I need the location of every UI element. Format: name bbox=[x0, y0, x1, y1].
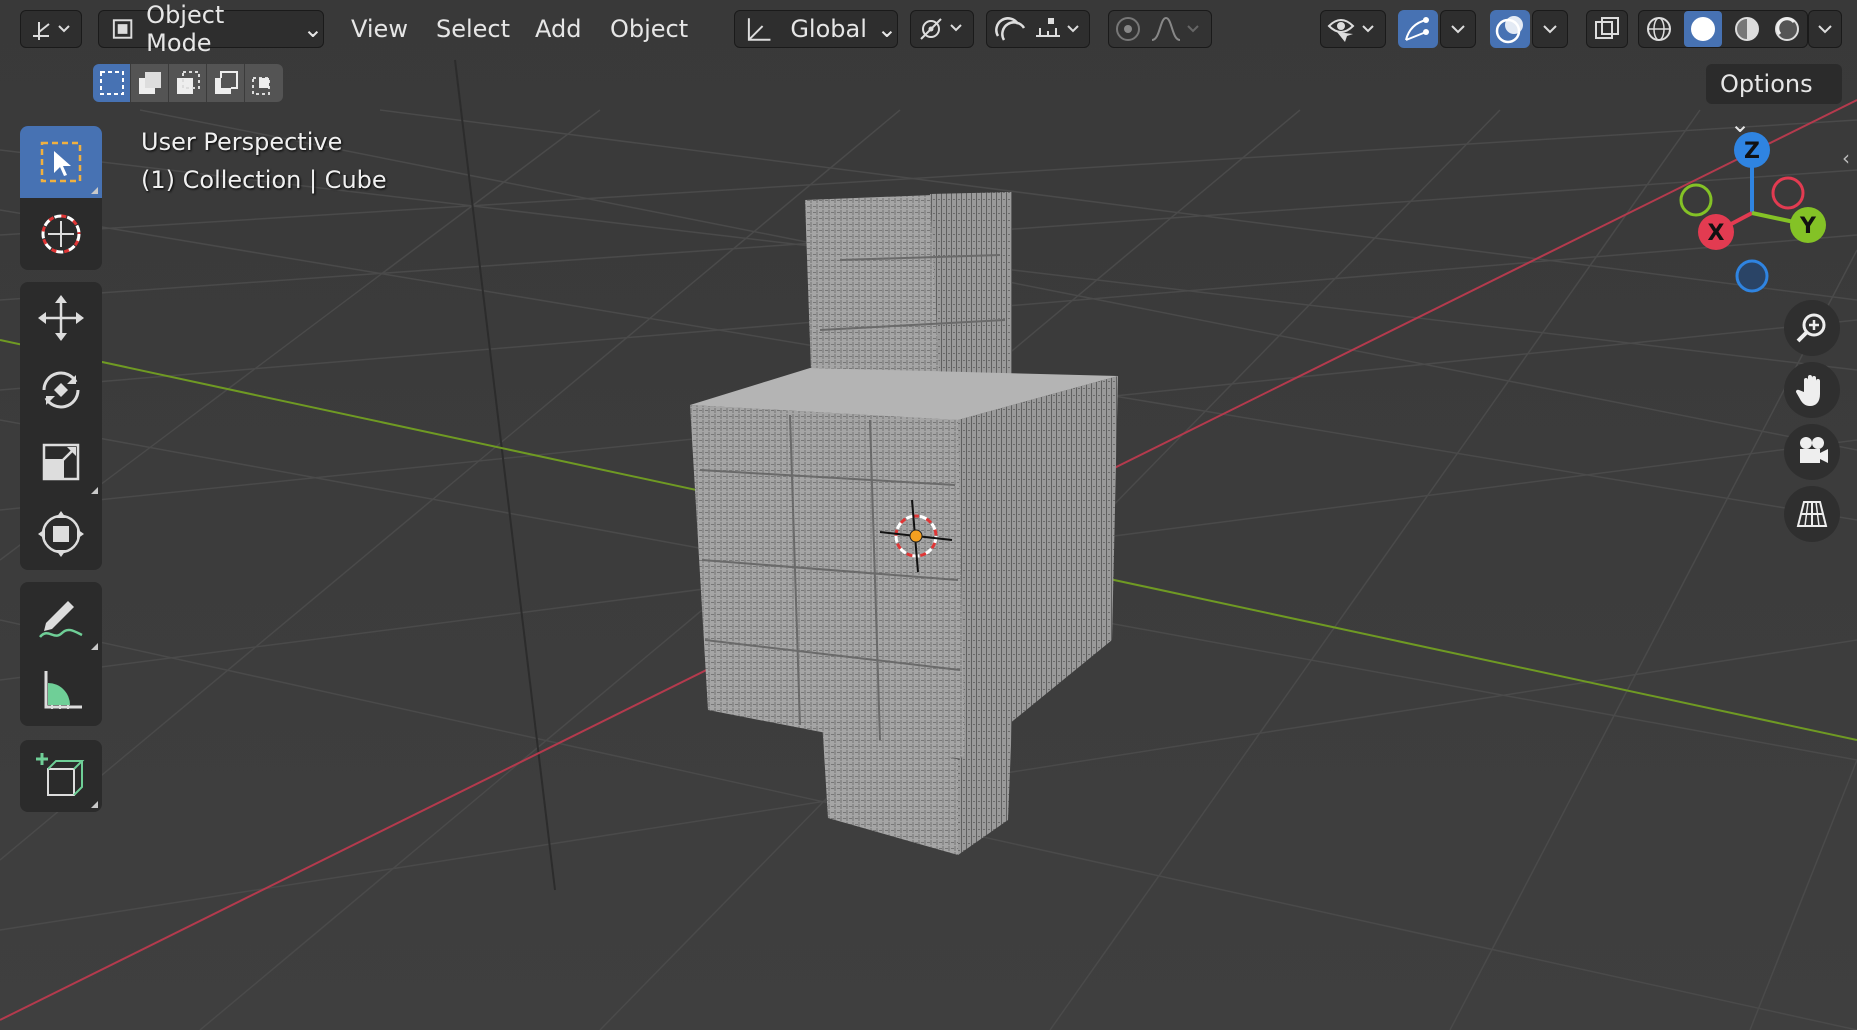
transform-tool[interactable] bbox=[20, 498, 102, 570]
menu-object[interactable]: Object bbox=[604, 10, 694, 48]
options-label: Options bbox=[1720, 70, 1813, 98]
proportional-edit-icon bbox=[1116, 16, 1199, 41]
annotate-tool[interactable] bbox=[20, 582, 102, 654]
mode-label: Object Mode bbox=[146, 1, 225, 57]
gizmo-x-label: X bbox=[1708, 221, 1725, 246]
object-mode-icon bbox=[112, 19, 133, 39]
annotate-icon bbox=[39, 601, 83, 638]
toolbar-annotate-group bbox=[20, 582, 102, 726]
selection-mode-group bbox=[93, 64, 283, 102]
select-subtract-button[interactable] bbox=[169, 64, 207, 102]
move-icon bbox=[38, 295, 84, 341]
gizmo-icon bbox=[1405, 17, 1429, 41]
overlays-dropdown[interactable] bbox=[1532, 10, 1568, 48]
select-intersect-button[interactable] bbox=[245, 64, 283, 102]
pivot-point-dropdown[interactable] bbox=[910, 10, 974, 48]
chevron-down-icon: ⌄ bbox=[1730, 110, 1751, 138]
snapping-group[interactable] bbox=[986, 10, 1090, 48]
rendered-shading-icon[interactable] bbox=[1772, 14, 1802, 44]
solid-shading-button[interactable] bbox=[1684, 11, 1722, 47]
gizmo-dropdown[interactable] bbox=[1440, 10, 1476, 48]
select-extend-icon bbox=[138, 72, 161, 94]
material-shading-icon[interactable] bbox=[1732, 14, 1762, 44]
mode-dropdown[interactable]: Object Mode ⌄ bbox=[98, 1, 324, 57]
editor-type-button[interactable] bbox=[20, 10, 82, 48]
select-new-icon bbox=[99, 71, 124, 95]
viewport-header: Object Mode ⌄ View Select Add Object Glo… bbox=[0, 0, 1857, 58]
orientation-label: Global bbox=[790, 15, 867, 43]
move-tool[interactable] bbox=[20, 282, 102, 354]
shading-dropdown[interactable] bbox=[1808, 10, 1842, 48]
xray-icon bbox=[1595, 17, 1619, 39]
select-box-tool[interactable] bbox=[20, 126, 102, 198]
zoom-icon bbox=[1796, 313, 1826, 343]
select-subtract-icon bbox=[176, 71, 200, 94]
perspective-toggle-button[interactable] bbox=[1784, 486, 1840, 542]
overlays-icon bbox=[1495, 16, 1523, 44]
chevron-down-icon bbox=[1818, 25, 1832, 34]
chevron-down-icon bbox=[1543, 25, 1557, 34]
overlays-toggle-button[interactable] bbox=[1490, 10, 1530, 48]
collection-label: (1) Collection | Cube bbox=[141, 166, 387, 194]
measure-icon bbox=[44, 671, 82, 709]
proportional-editing-group[interactable] bbox=[1108, 10, 1212, 48]
tool-options-corner bbox=[91, 487, 98, 494]
select-new-button[interactable] bbox=[93, 64, 131, 102]
snap-icon bbox=[995, 17, 1079, 41]
measure-tool[interactable] bbox=[20, 654, 102, 726]
chevron-down-icon: ⌄ bbox=[876, 15, 897, 43]
solid-shading-icon bbox=[1691, 17, 1715, 41]
wireframe-shading-icon[interactable] bbox=[1644, 14, 1674, 44]
zoom-button[interactable] bbox=[1784, 300, 1840, 356]
camera-view-button[interactable] bbox=[1784, 424, 1840, 480]
visibility-dropdown[interactable] bbox=[1320, 10, 1386, 48]
chevron-down-icon bbox=[1451, 25, 1465, 34]
add-cube-icon bbox=[36, 753, 85, 796]
options-dropdown[interactable]: Options ⌄ bbox=[1706, 64, 1842, 138]
hand-icon bbox=[1795, 375, 1820, 406]
add-cube-tool[interactable] bbox=[20, 740, 102, 812]
sidebar-collapse-icon[interactable]: ‹ bbox=[1842, 146, 1850, 170]
camera-icon bbox=[1800, 437, 1828, 463]
toolbar-select-group bbox=[20, 126, 102, 270]
cursor-tool[interactable] bbox=[20, 198, 102, 270]
pan-button[interactable] bbox=[1784, 362, 1840, 418]
shading-mode-group[interactable] bbox=[1638, 10, 1808, 48]
menu-select[interactable]: Select bbox=[430, 10, 516, 48]
toolbar-transform-group bbox=[20, 282, 102, 570]
chevron-down-icon: ⌄ bbox=[302, 15, 323, 43]
menu-add[interactable]: Add bbox=[529, 10, 587, 48]
blender-window: Z X Y Object Mode ⌄ View Select Add Obje… bbox=[0, 0, 1857, 1030]
rotate-tool[interactable] bbox=[20, 354, 102, 426]
menu-view[interactable]: View bbox=[345, 10, 414, 48]
grid-perspective-icon bbox=[1796, 501, 1828, 527]
toolbar-add-group bbox=[20, 740, 102, 812]
tool-options-corner bbox=[91, 801, 98, 808]
select-box-icon bbox=[40, 141, 82, 183]
tool-options-corner bbox=[91, 643, 98, 650]
scale-tool[interactable] bbox=[20, 426, 102, 498]
select-extend-button[interactable] bbox=[131, 64, 169, 102]
select-invert-button[interactable] bbox=[207, 64, 245, 102]
axes-editor-icon bbox=[33, 22, 70, 40]
pivot-icon bbox=[920, 18, 962, 40]
select-invert-icon bbox=[214, 71, 238, 94]
xray-toggle-button[interactable] bbox=[1586, 10, 1628, 48]
orientation-axes-icon bbox=[747, 18, 771, 41]
select-intersect-icon bbox=[252, 77, 270, 95]
rotate-icon bbox=[42, 371, 80, 409]
tool-options-corner bbox=[91, 187, 98, 194]
cursor-icon bbox=[41, 214, 81, 254]
transform-icon bbox=[38, 511, 84, 557]
scale-icon bbox=[42, 443, 80, 481]
perspective-label: User Perspective bbox=[141, 128, 343, 156]
eye-cursor-icon bbox=[1327, 19, 1374, 42]
gizmo-y-label: Y bbox=[1799, 214, 1817, 239]
gizmo-toggle-button[interactable] bbox=[1398, 10, 1438, 48]
transform-orientation-dropdown[interactable]: Global ⌄ bbox=[734, 10, 898, 48]
